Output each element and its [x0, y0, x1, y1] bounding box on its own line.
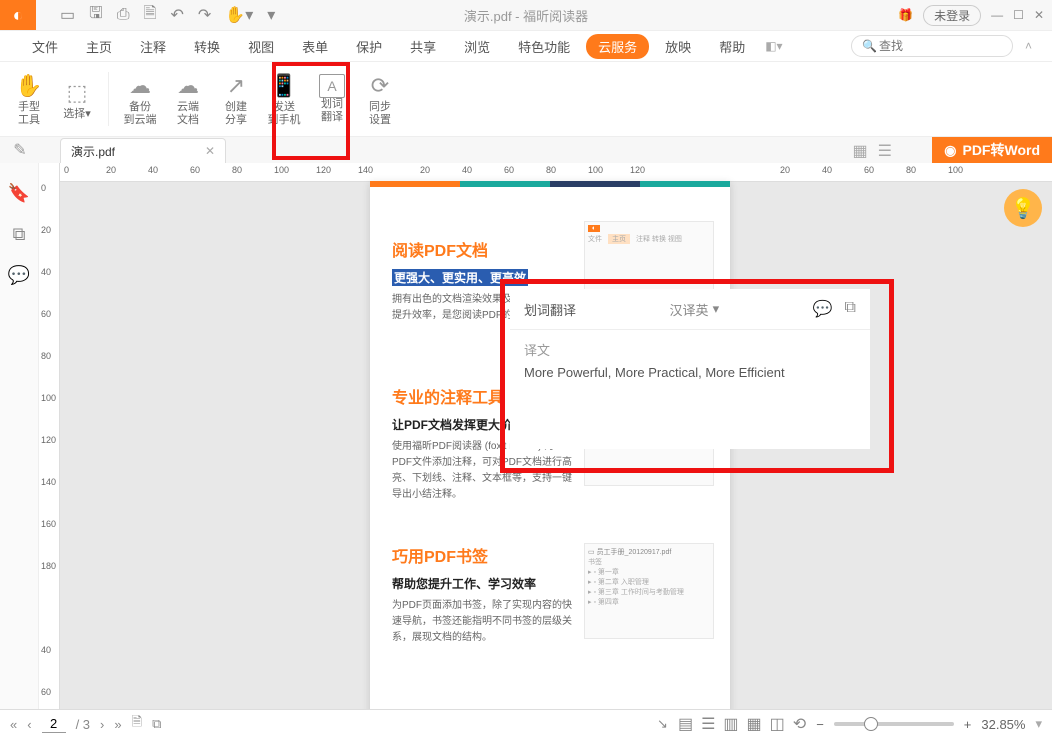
print-icon[interactable]: ⎙: [117, 6, 130, 24]
maximize-icon[interactable]: ☐: [1013, 8, 1024, 22]
grid-view-icon[interactable]: ▦: [853, 141, 868, 161]
layout-single-icon[interactable]: ▤: [678, 714, 693, 734]
app-logo: ◐: [0, 0, 36, 30]
title-bar: ◐ ▭ 🖫 ⎙ 🗎 ↶ ↷ ✋▾ ▾ 演示.pdf - 福昕阅读器 🎁 未登录 …: [0, 0, 1052, 31]
pencil-icon[interactable]: ✎: [0, 137, 40, 163]
search-input[interactable]: [877, 38, 981, 54]
close-icon[interactable]: ✕: [1034, 8, 1044, 22]
page-total: / 3: [76, 717, 90, 732]
nav-doc-icon[interactable]: 🗎: [132, 713, 142, 735]
menu-convert[interactable]: 转换: [182, 34, 232, 59]
tool-hand[interactable]: ✋手型工具: [6, 65, 52, 133]
zoom-dropdown-icon[interactable]: ▾: [1035, 716, 1042, 732]
translate-result-label: 译文: [524, 340, 856, 359]
tab-close-icon[interactable]: ✕: [205, 144, 215, 158]
side-panel: 🔖 ⧉ 💬: [0, 163, 39, 709]
zoom-in-icon[interactable]: +: [964, 717, 972, 732]
ruler-horizontal: 0 20 40 60 80 100 120 140 20 40 60 80 10…: [60, 163, 1052, 182]
rotate-icon[interactable]: ⟲: [793, 714, 806, 734]
hand-icon[interactable]: ✋▾: [225, 5, 253, 25]
menu-protect[interactable]: 保护: [344, 34, 394, 59]
menu-chevron-icon[interactable]: ˄: [1025, 39, 1032, 53]
translate-lang-select[interactable]: 汉译英 ▾: [670, 300, 720, 319]
menu-view[interactable]: 视图: [236, 34, 286, 59]
search-icon: 🔍: [862, 39, 877, 53]
menu-comment[interactable]: 注释: [128, 34, 178, 59]
save-icon[interactable]: 🖫: [89, 2, 103, 29]
next-page-icon[interactable]: ›: [100, 717, 104, 732]
translate-popup-title: 划词翻译: [524, 300, 576, 319]
menu-present[interactable]: 放映: [653, 34, 703, 59]
chat-icon[interactable]: 💬: [8, 265, 30, 286]
chevron-down-icon: ▾: [713, 301, 720, 317]
menu-help[interactable]: 帮助: [707, 34, 757, 59]
layout-book-icon[interactable]: ◫: [770, 714, 785, 734]
document-tab-strip: ✎ 演示.pdf ✕ ▦ ☰ ◉ PDF转Word: [0, 137, 1052, 163]
layout-facing-icon[interactable]: ▥: [723, 714, 738, 734]
last-page-icon[interactable]: »: [114, 717, 121, 732]
document-tab[interactable]: 演示.pdf ✕: [60, 138, 226, 163]
undo-icon[interactable]: ↶: [170, 5, 183, 25]
zoom-out-icon[interactable]: −: [816, 717, 824, 732]
layout-facing-cont-icon[interactable]: ▦: [747, 714, 762, 734]
translate-result-text: More Powerful, More Practical, More Effi…: [524, 365, 856, 380]
open-icon[interactable]: ▭: [60, 5, 75, 25]
tool-select[interactable]: ⬚选择▾: [54, 65, 100, 133]
tool-backup-cloud[interactable]: ☁备份到云端: [117, 65, 163, 133]
idea-bulb-icon[interactable]: 💡: [1004, 189, 1042, 227]
tool-cloud-doc[interactable]: ☁云端文档: [165, 65, 211, 133]
prev-page-icon[interactable]: ‹: [27, 717, 31, 732]
redo-icon[interactable]: ↷: [198, 5, 211, 25]
dropdown-icon[interactable]: ▾: [267, 5, 275, 25]
progress-arrow-icon[interactable]: ↘: [657, 716, 668, 732]
nav-thumbs-icon[interactable]: ⧉: [152, 716, 161, 732]
convert-icon: ◉: [944, 142, 956, 159]
status-bar: « ‹ / 3 › » 🗎 ⧉ ↘ ▤ ☰ ▥ ▦ ◫ ⟲ − + 32.85%…: [0, 709, 1052, 738]
tool-create-share[interactable]: ↗创建分享: [213, 65, 259, 133]
zoom-value: 32.85%: [981, 717, 1025, 732]
menu-cloud[interactable]: 云服务: [586, 34, 649, 59]
section-bookmark: 巧用PDF书签 帮助您提升工作、学习效率 为PDF页面添加书签，除了实现内容的快…: [392, 543, 708, 646]
gift-icon[interactable]: 🎁: [898, 8, 913, 22]
quick-access-toolbar: ▭ 🖫 ⎙ 🗎 ↶ ↷ ✋▾ ▾: [60, 2, 275, 29]
overflow-icon[interactable]: ◧▾: [765, 39, 782, 53]
layout-continuous-icon[interactable]: ☰: [701, 714, 715, 734]
ruler-vertical: 0 20 40 60 80 100 120 140 160 180 60 40: [39, 163, 60, 709]
pdf-to-word-button[interactable]: ◉ PDF转Word: [932, 137, 1052, 163]
zoom-slider[interactable]: [834, 722, 954, 726]
document-canvas[interactable]: 0 20 40 60 80 100 120 140 20 40 60 80 10…: [60, 163, 1052, 709]
translate-popup: 划词翻译 汉译英 ▾ 💬 ⧉ 译文 More Powerful, More Pr…: [510, 289, 870, 449]
tool-send-phone[interactable]: 📱发送到手机: [261, 65, 307, 133]
page-number-input[interactable]: [42, 715, 66, 733]
view-toggle: ▦ ☰: [853, 141, 892, 161]
minimize-icon[interactable]: —: [991, 8, 1003, 22]
work-area: 🔖 ⧉ 💬 0 20 40 60 80 100 120 140 160 180 …: [0, 163, 1052, 709]
copy-icon[interactable]: ⧉: [845, 299, 856, 319]
highlighted-text[interactable]: 更强大、更实用、更高效: [392, 269, 528, 286]
tool-sync-settings[interactable]: ⟳同步设置: [357, 65, 403, 133]
first-page-icon[interactable]: «: [10, 717, 17, 732]
menu-file[interactable]: 文件: [20, 34, 70, 59]
document-tab-label: 演示.pdf: [71, 143, 115, 160]
ribbon: ✋手型工具 ⬚选择▾ ☁备份到云端 ☁云端文档 ↗创建分享 📱发送到手机 A划词…: [0, 62, 1052, 137]
page-icon[interactable]: 🗎: [144, 2, 157, 29]
menu-share[interactable]: 共享: [398, 34, 448, 59]
menu-browse[interactable]: 浏览: [452, 34, 502, 59]
menu-feature[interactable]: 特色功能: [506, 34, 582, 59]
feedback-icon[interactable]: 💬: [813, 299, 833, 319]
page-navigation: « ‹ / 3 › » 🗎 ⧉: [10, 713, 161, 735]
pages-icon[interactable]: ⧉: [13, 224, 26, 245]
list-view-icon[interactable]: ☰: [878, 141, 892, 161]
tool-word-translate[interactable]: A划词翻译: [309, 65, 355, 133]
menu-bar: 文件 主页 注释 转换 视图 表单 保护 共享 浏览 特色功能 云服务 放映 帮…: [0, 31, 1052, 62]
search-box[interactable]: 🔍: [851, 35, 1013, 57]
menu-form[interactable]: 表单: [290, 34, 340, 59]
menu-home[interactable]: 主页: [74, 34, 124, 59]
bookmark-icon[interactable]: 🔖: [8, 183, 30, 204]
login-status[interactable]: 未登录: [923, 5, 981, 26]
